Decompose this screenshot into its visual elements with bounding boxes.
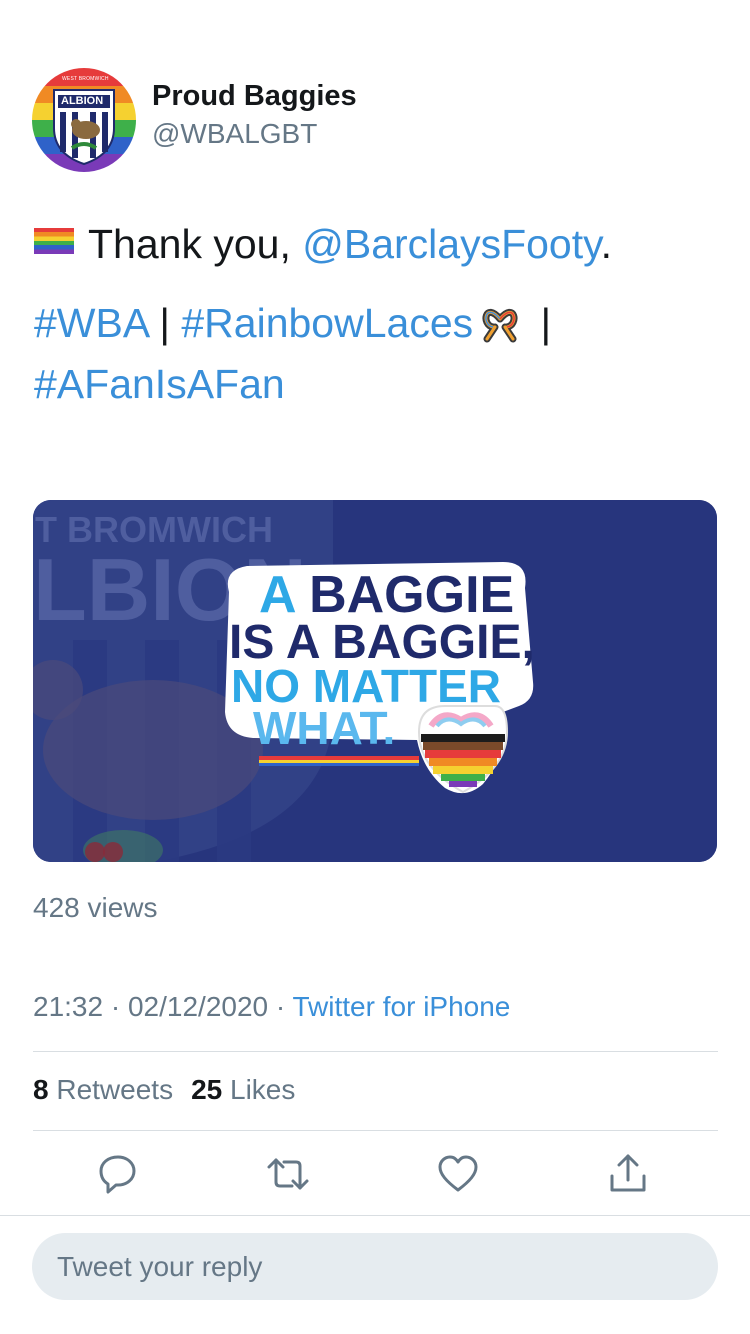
reply-placeholder: Tweet your reply [57,1251,263,1282]
reply-icon [99,1155,136,1194]
hashtag-afanisafan[interactable]: #AFanIsAFan [34,361,285,407]
display-name[interactable]: Proud Baggies [152,80,357,113]
avatar-text-main: ALBION [61,95,104,107]
divider [33,1130,718,1131]
tweet-media-image[interactable]: T BROMWICH LBION A BAGGIE IS A BAGGIE, N… [33,500,717,862]
likes-stat[interactable]: 25 Likes [191,1074,295,1105]
tweet-text-thanks: Thank you, [88,221,303,267]
share-icon [610,1154,646,1192]
retweet-button[interactable] [266,1152,310,1196]
tweet-time: 21:32 [33,991,104,1022]
share-button[interactable] [606,1152,650,1196]
reply-button[interactable] [96,1152,140,1196]
tweet-text-line-2: #WBA | #RainbowLaces | [34,293,724,354]
tweet-text-line-3: #AFanIsAFan [34,354,724,415]
retweets-stat[interactable]: 8 Retweets [33,1074,173,1105]
rainbow-flag-icon [34,228,74,254]
engagement-stats: 8 Retweets 25 Likes [33,1074,295,1106]
avatar[interactable]: WEST BROMWICH ALBION [32,68,136,172]
hashtag-rainbowlaces[interactable]: #RainbowLaces [181,300,473,346]
mention-barclaysfooty[interactable]: @BarclaysFooty [302,221,600,267]
reply-input[interactable]: Tweet your reply [32,1233,718,1300]
west-bromwich-albion-rainbow-crest-icon [32,68,136,172]
tweet-detail-page: WEST BROMWICH ALBION Proud Baggies @WBAL… [0,0,750,1334]
tweet-meta: 21:32 · 02/12/2020 · Twitter for iPhone [33,991,510,1023]
divider [0,1215,750,1216]
heart-icon [438,1155,478,1192]
tweet-text: Thank you, @BarclaysFooty. #WBA | #Rainb… [34,214,724,415]
meta-separator-2: · [268,991,293,1022]
likes-label: Likes [230,1074,296,1105]
retweets-count: 8 [33,1074,49,1105]
tweet-text-line-1: Thank you, @BarclaysFooty. [34,214,724,275]
handle[interactable]: @WBALGBT [152,118,317,150]
tweet-text-period: . [600,221,612,267]
views-count[interactable]: 428 views [33,892,158,924]
tweet-text-separator: | [147,300,182,346]
avatar-text-top: WEST BROMWICH [62,76,109,82]
likes-count: 25 [191,1074,223,1105]
tweet-text-separator-2: | [529,300,552,346]
meta-separator: · [103,991,128,1022]
like-button[interactable] [436,1152,480,1196]
tweet-source-link[interactable]: Twitter for iPhone [293,991,511,1022]
tweet-date: 02/12/2020 [127,991,269,1022]
action-bar [0,1152,750,1196]
rainbow-laces-icon [482,308,518,343]
retweet-icon [267,1158,309,1190]
hashtag-wba[interactable]: #WBA [34,300,148,346]
media-headline-4: WHAT. [253,702,395,754]
retweets-label: Retweets [56,1074,174,1105]
divider [33,1051,718,1052]
media-artwork: T BROMWICH LBION A BAGGIE IS A BAGGIE, N… [33,500,717,862]
